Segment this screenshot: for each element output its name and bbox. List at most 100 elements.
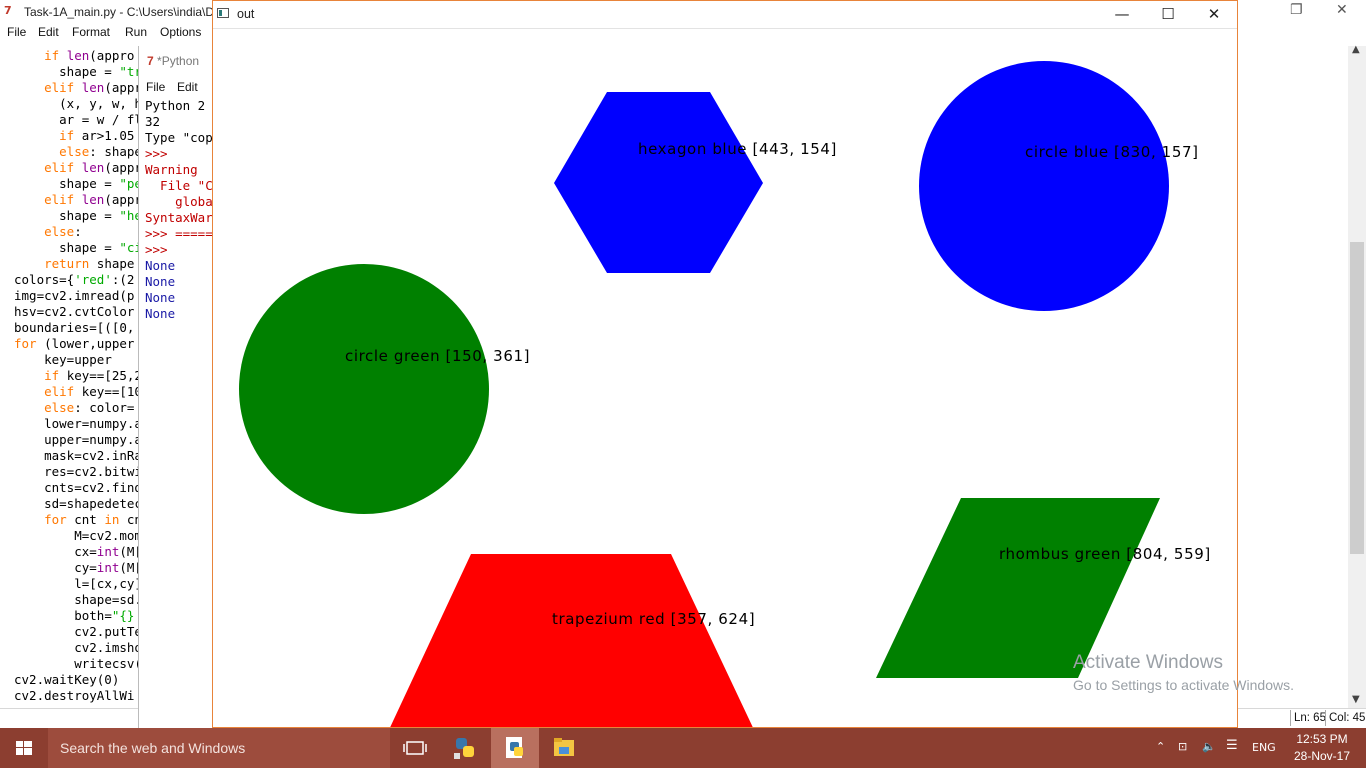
folder-icon: [554, 738, 574, 756]
hexagon-shape: [554, 92, 763, 273]
code-line: writecsv(c: [74, 656, 150, 671]
search-box[interactable]: Search the web and Windows: [48, 728, 390, 768]
menu-run[interactable]: Run: [125, 25, 147, 39]
shell-line: >>> =====: [145, 226, 213, 241]
shape-label: circle green [150, 361]: [345, 347, 530, 365]
code-line: return shape: [44, 256, 135, 271]
start-button[interactable]: [0, 728, 48, 768]
out-title: out: [237, 7, 255, 21]
activate-windows-watermark: Activate Windows Go to Settings to activ…: [1073, 652, 1294, 693]
status-column: Col: 45: [1325, 710, 1365, 726]
shell-title-text: *Python: [157, 54, 200, 68]
shape-detection-image: hexagon blue [443, 154] circle blue [830…: [239, 61, 1211, 727]
scroll-up-icon[interactable]: ▲: [1352, 44, 1360, 55]
network-icon[interactable]: ⊡: [1178, 740, 1187, 753]
code-line: else: color=: [44, 400, 135, 415]
shell-title: 7 *Python: [147, 54, 199, 68]
shell-line: Python 2: [145, 98, 206, 113]
task-view-button[interactable]: [392, 728, 440, 768]
code-line: cv2.imshow: [74, 640, 150, 655]
code-line: cnts=cv2.find: [44, 480, 142, 495]
clock-time: 12:53 PM: [1296, 732, 1348, 746]
menu-options[interactable]: Options: [160, 25, 201, 39]
code-line: img=cv2.imread(p: [14, 288, 135, 303]
code-line: cv2.putTex: [74, 624, 150, 639]
code-line: sd=shapedetec: [44, 496, 142, 511]
notifications-icon[interactable]: ☰: [1226, 738, 1238, 753]
taskbar-clock[interactable]: 12:53 PM 28-Nov-17: [1290, 731, 1354, 765]
code-line: elif len(appr: [44, 192, 142, 207]
code-line: cv2.destroyAllWi: [14, 688, 135, 703]
shell-line: SyntaxWar: [145, 210, 213, 225]
editor-title: Task-1A_main.py - C:\Users\india\D: [24, 5, 215, 19]
show-hidden-icons-icon[interactable]: ⌃: [1156, 740, 1165, 753]
code-line: shape=sd.d: [74, 592, 150, 607]
opencv-output-window[interactable]: out — ☐ ✕ hexagon blue [443, 154] circle…: [212, 0, 1238, 728]
code-line: l=[cx,cy]: [74, 576, 142, 591]
python-file-icon: [506, 737, 523, 758]
code-line: if len(appro: [44, 48, 135, 63]
out-titlebar[interactable]: out — ☐ ✕: [213, 1, 1237, 29]
watermark-subtitle: Go to Settings to activate Windows.: [1073, 677, 1294, 693]
shell-line: Type "cop: [145, 130, 213, 145]
circle-shape: [919, 61, 1169, 311]
code-line: lower=numpy.a: [44, 416, 142, 431]
code-line: else: shape: [59, 144, 142, 159]
shell-line: 32: [145, 114, 161, 129]
idle-app-icon: 7: [4, 4, 12, 17]
code-line: shape = "pe: [59, 176, 142, 191]
close-icon[interactable]: ✕: [1336, 2, 1348, 18]
code-line: for (lower,upper: [14, 336, 135, 351]
shell-line: >>>: [145, 242, 168, 257]
maximize-button[interactable]: ☐: [1145, 3, 1191, 25]
code-line: cy=int(M[': [74, 560, 150, 575]
search-placeholder: Search the web and Windows: [60, 740, 246, 756]
code-line: cv2.waitKey(0): [14, 672, 120, 687]
python-icon: [454, 738, 474, 759]
code-line: elif len(appr: [44, 80, 142, 95]
language-indicator[interactable]: ENG: [1252, 741, 1276, 754]
code-line: upper=numpy.a: [44, 432, 142, 447]
code-line: both="{} {: [74, 608, 150, 623]
code-line: for cnt in cn: [44, 512, 142, 527]
code-line: cx=int(M[': [74, 544, 150, 559]
menu-file[interactable]: File: [7, 25, 26, 39]
code-line: res=cv2.bitwi: [44, 464, 142, 479]
shape-label: circle blue [830, 157]: [1025, 143, 1199, 161]
task-view-icon: [403, 741, 427, 755]
shell-menu-edit[interactable]: Edit: [177, 80, 198, 94]
menu-format[interactable]: Format: [72, 25, 110, 39]
minimize-button[interactable]: —: [1099, 3, 1145, 25]
taskbar-file-explorer[interactable]: [540, 728, 588, 768]
shell-line: None: [145, 306, 176, 321]
idle-app-icon: 7: [147, 54, 154, 68]
code-line: hsv=cv2.cvtColor: [14, 304, 135, 319]
taskbar-idle-app[interactable]: [491, 728, 539, 768]
shape-label: rhombus green [804, 559]: [999, 545, 1211, 563]
code-line: elif len(appr: [44, 160, 142, 175]
watermark-title: Activate Windows: [1073, 652, 1223, 673]
shape-label: trapezium red [357, 624]: [552, 610, 755, 628]
editor-scrollbar[interactable]: ▲ ▼: [1348, 44, 1366, 708]
scroll-down-icon[interactable]: ▼: [1352, 694, 1360, 705]
volume-icon[interactable]: 🔈: [1202, 740, 1216, 753]
shell-line: None: [145, 290, 176, 305]
scroll-thumb[interactable]: [1350, 242, 1364, 554]
code-line: shape = "tr: [59, 64, 142, 79]
clock-date: 28-Nov-17: [1293, 749, 1351, 763]
rhombus-shape: [876, 498, 1160, 678]
windows-logo-icon: [16, 741, 32, 755]
menu-edit[interactable]: Edit: [38, 25, 59, 39]
taskbar-python-app[interactable]: [442, 728, 490, 768]
shell-line: None: [145, 258, 176, 273]
close-button[interactable]: ✕: [1191, 3, 1237, 25]
code-line: if ar>1.05: [59, 128, 135, 143]
code-line: shape = "ci: [59, 240, 142, 255]
code-line: boundaries=[([0,: [14, 320, 135, 335]
shell-line: globa: [145, 194, 213, 209]
restore-icon[interactable]: ❐: [1290, 2, 1303, 18]
shell-line: Warning: [145, 162, 198, 177]
code-line: elif key==[10: [44, 384, 142, 399]
shell-menu-file[interactable]: File: [146, 80, 165, 94]
code-line: (x, y, w, h: [59, 96, 142, 111]
